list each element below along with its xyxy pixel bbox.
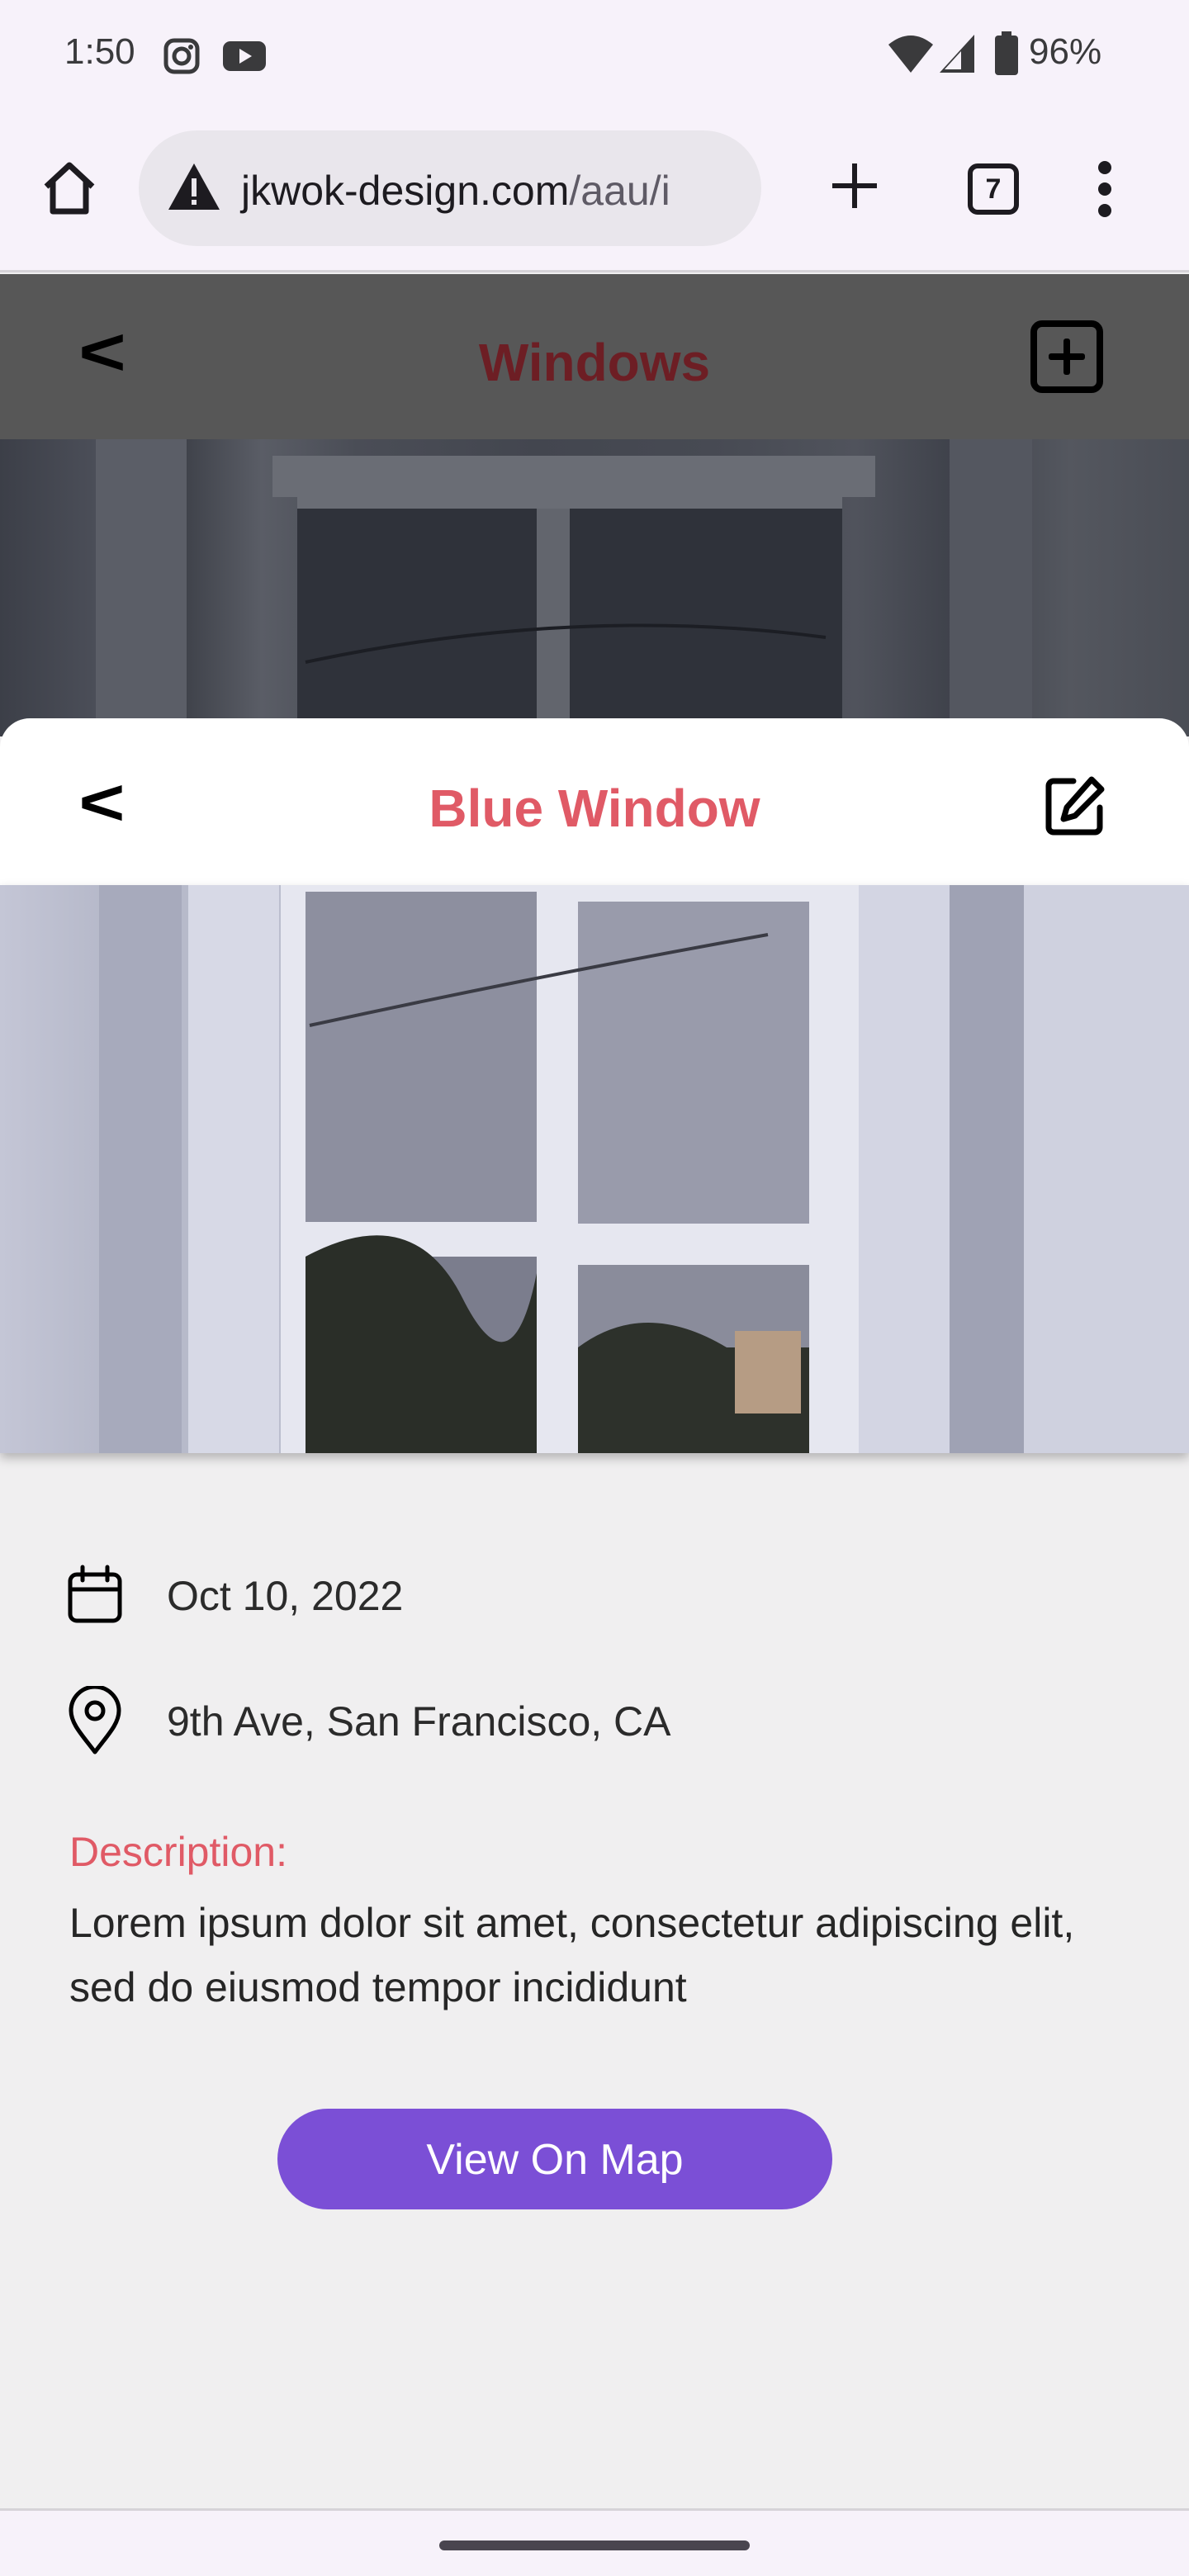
youtube-icon [221, 36, 268, 80]
more-vert-icon[interactable] [1095, 160, 1115, 222]
background-page-title: Windows [478, 333, 711, 392]
url-path: /aau/i [569, 168, 670, 214]
page-title: Blue Window [429, 779, 760, 838]
location-text: 9th Ave, San Francisco, CA [167, 1698, 671, 1745]
browser-toolbar: jkwok-design.com/aau/i 7 [0, 107, 1189, 272]
signal-icon [938, 33, 976, 78]
detail-sheet-header: < Blue Window [0, 718, 1189, 885]
background-app-header: < Windows [0, 274, 1189, 439]
background-window-image [0, 439, 1189, 736]
warning-icon[interactable] [167, 162, 221, 215]
tabs-icon[interactable]: 7 [968, 163, 1019, 215]
date-text: Oct 10, 2022 [167, 1573, 404, 1619]
calendar-icon [66, 1564, 124, 1631]
status-bar: 1:50 96% [0, 0, 1189, 107]
window-photo [0, 885, 1189, 1453]
battery-percent: 96% [1029, 31, 1102, 72]
wifi-icon [887, 33, 935, 78]
new-tab-icon[interactable] [827, 159, 882, 217]
location-row: 9th Ave, San Francisco, CA [66, 1684, 1139, 1760]
map-pin-icon [66, 1684, 124, 1759]
home-icon[interactable] [40, 159, 99, 222]
description-label: Description: [69, 1829, 287, 1875]
instagram-icon [162, 36, 201, 80]
edit-icon[interactable] [1042, 773, 1108, 839]
date-row: Oct 10, 2022 [66, 1564, 1139, 1638]
view-on-map-button[interactable]: View On Map [277, 2109, 832, 2209]
url-host: jkwok-design.com [241, 168, 570, 214]
url-text[interactable]: jkwok-design.com/aau/i [241, 167, 670, 215]
description-text: Lorem ipsum dolor sit amet, consectetur … [69, 1900, 1075, 2010]
address-bar[interactable]: jkwok-design.com/aau/i [139, 130, 761, 246]
gesture-handle[interactable] [439, 2540, 750, 2550]
status-time: 1:50 [64, 31, 135, 72]
battery-icon [994, 31, 1019, 80]
add-icon [1030, 320, 1103, 393]
gesture-nav-area [0, 2508, 1189, 2576]
